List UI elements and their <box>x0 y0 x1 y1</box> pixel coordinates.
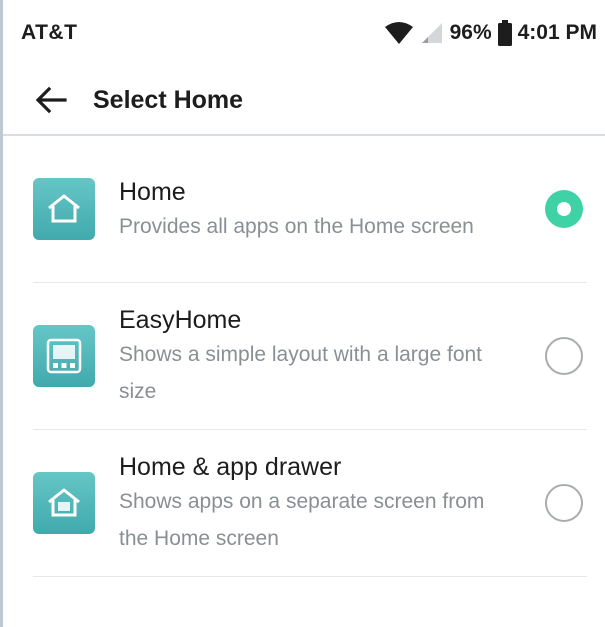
radio-home-app-drawer[interactable] <box>545 484 583 522</box>
option-description: Provides all apps on the Home screen <box>119 214 474 238</box>
option-title: EasyHome <box>119 306 242 334</box>
option-easyhome[interactable]: EasyHome Shows a simple layout with a la… <box>33 283 587 430</box>
signal-icon <box>420 21 444 45</box>
battery-percent: 96% <box>449 21 492 44</box>
carrier-label: AT&T <box>21 21 78 44</box>
option-home-app-drawer[interactable]: Home & app drawer Shows apps on a separa… <box>33 430 587 577</box>
option-home[interactable]: Home Provides all apps on the Home scree… <box>33 136 587 283</box>
home-app-drawer-icon <box>33 472 95 534</box>
easyhome-icon <box>33 325 95 387</box>
option-text: EasyHome Shows a simple layout with a la… <box>119 302 535 410</box>
select-home-screen: AT&T 96% 4:01 PM Select Home Home Provid… <box>0 0 605 627</box>
clock: 4:01 PM <box>517 21 597 44</box>
option-title: Home <box>119 177 186 206</box>
option-text: Home & app drawer Shows apps on a separa… <box>119 449 535 557</box>
radio-dot <box>557 202 571 216</box>
radio-easyhome[interactable] <box>545 337 583 375</box>
status-bar: AT&T 96% 4:01 PM <box>3 0 605 66</box>
battery-icon <box>497 20 512 46</box>
home-icon <box>33 178 95 240</box>
back-button[interactable] <box>33 82 69 118</box>
wifi-icon <box>384 21 414 45</box>
status-icons: 96% 4:01 PM <box>384 20 597 46</box>
option-description: Shows apps on a separate screen from the… <box>119 490 485 550</box>
option-title: Home & app drawer <box>119 453 342 481</box>
page-title: Select Home <box>93 85 244 114</box>
app-bar: Select Home <box>3 66 605 136</box>
radio-home[interactable] <box>545 190 583 228</box>
arrow-left-icon <box>35 86 67 114</box>
option-text: Home Provides all apps on the Home scree… <box>119 174 535 245</box>
option-description: Shows a simple layout with a large font … <box>119 343 483 403</box>
home-option-list: Home Provides all apps on the Home scree… <box>3 136 605 577</box>
